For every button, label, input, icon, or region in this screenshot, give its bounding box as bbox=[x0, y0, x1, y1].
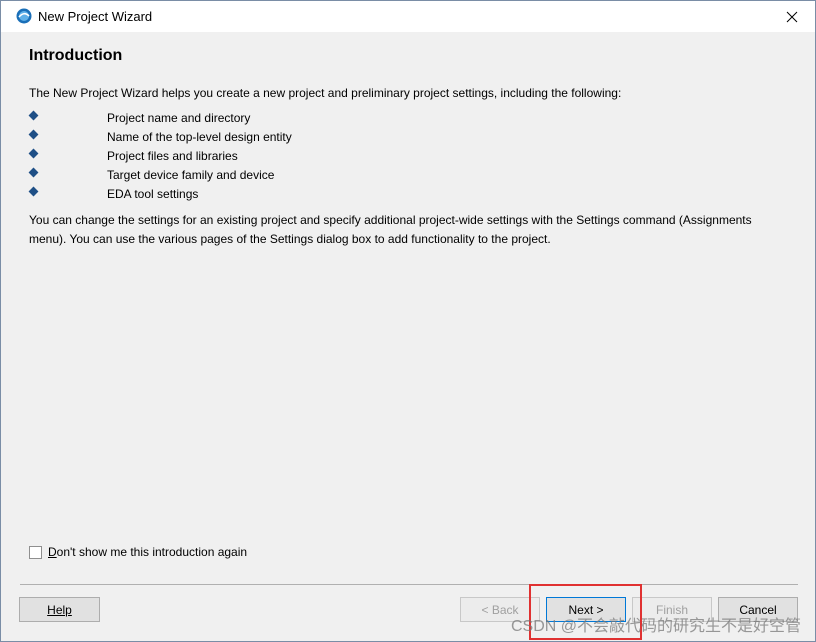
diamond-bullet-icon bbox=[28, 129, 39, 140]
diamond-bullet-icon bbox=[28, 148, 39, 159]
diamond-bullet-icon bbox=[28, 186, 39, 197]
description-text: You can change the settings for an exist… bbox=[29, 213, 752, 246]
help-button[interactable]: Help bbox=[19, 597, 100, 622]
feature-label: Name of the top-level design entity bbox=[107, 130, 292, 144]
watermark: CSDN @不会敲代码的研究生不是好空管 bbox=[510, 618, 801, 635]
divider bbox=[20, 584, 798, 585]
page-heading: Introduction bbox=[29, 47, 123, 64]
diamond-bullet-icon bbox=[28, 167, 39, 178]
intro-text: The New Project Wizard helps you create … bbox=[29, 86, 622, 100]
diamond-bullet-icon bbox=[28, 110, 39, 121]
window-title: New Project Wizard bbox=[38, 9, 153, 24]
wizard-content: Introduction The New Project Wizard help… bbox=[10, 32, 808, 584]
feature-label: Project files and libraries bbox=[107, 149, 238, 163]
dont-show-again-checkbox[interactable] bbox=[29, 545, 42, 559]
wizard-window: New Project Wizard Introduction The New … bbox=[0, 0, 816, 642]
close-button[interactable] bbox=[769, 1, 815, 32]
close-icon bbox=[786, 11, 798, 22]
feature-label: Target device family and device bbox=[107, 168, 275, 182]
feature-label: Project name and directory bbox=[107, 111, 251, 125]
dont-show-again-label[interactable]: Don't show me this introduction again bbox=[48, 545, 247, 559]
title-bar: New Project Wizard bbox=[1, 1, 815, 32]
dont-show-again-option[interactable]: Don't show me this introduction again bbox=[29, 544, 247, 560]
feature-label: EDA tool settings bbox=[107, 187, 199, 201]
app-icon bbox=[16, 8, 32, 24]
